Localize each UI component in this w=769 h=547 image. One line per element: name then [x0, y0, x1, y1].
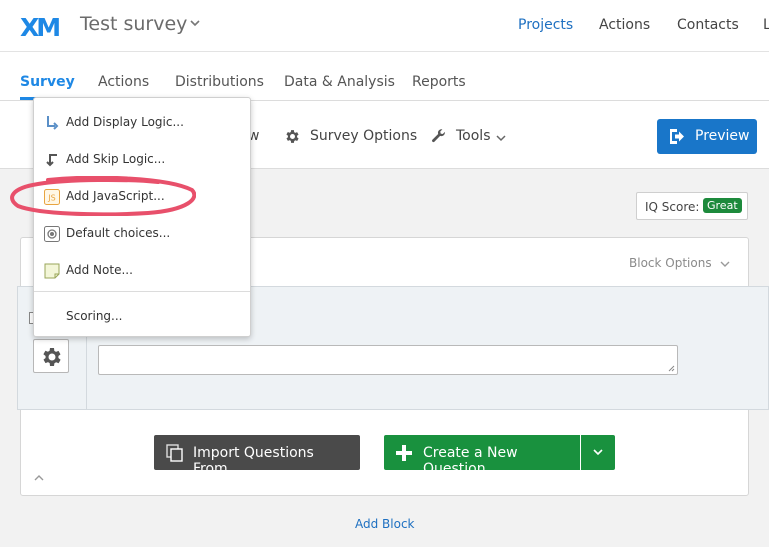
- menu-item-default-choices[interactable]: Default choices...: [34, 216, 250, 250]
- menu-item-label: Add Skip Logic...: [66, 152, 166, 166]
- menu-item-skip-logic[interactable]: Add Skip Logic...: [34, 142, 250, 176]
- tab-reports[interactable]: Reports: [412, 74, 466, 90]
- chevron-up-icon[interactable]: [34, 474, 44, 482]
- default-choices-icon: [44, 226, 60, 242]
- resize-handle-icon[interactable]: [668, 365, 675, 372]
- tab-data-analysis[interactable]: Data & Analysis: [284, 74, 395, 90]
- tools-menu-button[interactable]: Tools: [456, 128, 491, 144]
- menu-item-add-note[interactable]: Add Note...: [34, 253, 250, 287]
- preview-label: Preview: [695, 128, 750, 144]
- gear-icon: [43, 348, 61, 366]
- tab-actions[interactable]: Actions: [98, 74, 149, 90]
- survey-subnav: Survey Actions Distributions Data & Anal…: [0, 52, 769, 101]
- nav-projects[interactable]: Projects: [518, 17, 573, 33]
- chevron-down-icon[interactable]: [720, 260, 730, 268]
- import-questions-label: Import Questions From...: [193, 445, 314, 477]
- note-icon: [44, 263, 60, 279]
- create-question-dropdown[interactable]: [581, 435, 615, 470]
- iq-score-badge[interactable]: IQ Score: Great: [636, 192, 748, 220]
- tab-survey[interactable]: Survey: [20, 74, 75, 90]
- skip-logic-icon: [46, 154, 57, 167]
- menu-item-scoring[interactable]: Scoring...: [34, 299, 250, 333]
- wrench-icon: [431, 129, 445, 143]
- create-question-label: Create a New Question: [423, 445, 518, 477]
- create-question-button[interactable]: Create a New Question: [384, 435, 580, 477]
- javascript-icon-text: JS: [47, 194, 55, 203]
- plus-icon: [396, 445, 412, 461]
- question-text-entry[interactable]: [98, 345, 678, 375]
- survey-title[interactable]: Test survey: [80, 13, 187, 35]
- chevron-down-icon[interactable]: [189, 17, 201, 29]
- question-behavior-menu: Add Display Logic... Add Skip Logic... J…: [33, 97, 251, 337]
- copy-icon: [166, 444, 183, 462]
- nav-actions[interactable]: Actions: [599, 17, 650, 33]
- import-questions-button[interactable]: Import Questions From...: [154, 435, 360, 477]
- preview-button[interactable]: Preview: [657, 119, 757, 154]
- chevron-down-icon[interactable]: [496, 134, 506, 142]
- add-block-link[interactable]: Add Block: [355, 517, 415, 531]
- menu-item-label: Scoring...: [66, 309, 123, 323]
- nav-contacts[interactable]: Contacts: [677, 17, 739, 33]
- chevron-down-icon: [593, 449, 603, 456]
- gear-icon: [286, 130, 299, 143]
- menu-item-label: Add Display Logic...: [66, 115, 184, 129]
- javascript-icon: JS: [44, 189, 60, 205]
- iq-score-value: Great: [703, 198, 742, 213]
- preview-icon: [670, 129, 684, 144]
- xm-logo[interactable]: XM: [20, 13, 61, 42]
- iq-score-label: IQ Score:: [645, 200, 700, 214]
- tab-distributions[interactable]: Distributions: [175, 74, 264, 90]
- nav-library[interactable]: L: [763, 17, 769, 33]
- survey-options-button[interactable]: Survey Options: [310, 128, 417, 144]
- menu-item-label: Default choices...: [66, 226, 171, 240]
- question-settings-button[interactable]: [33, 339, 69, 373]
- menu-item-label: Add Note...: [66, 263, 133, 277]
- block-options-button[interactable]: Block Options: [629, 256, 712, 270]
- menu-item-label: Add JavaScript...: [66, 189, 165, 203]
- menu-divider: [34, 291, 250, 292]
- top-header: XM Test survey Projects Actions Contacts…: [0, 0, 769, 52]
- menu-item-display-logic[interactable]: Add Display Logic...: [34, 105, 250, 139]
- menu-item-javascript[interactable]: JS Add JavaScript...: [34, 179, 250, 213]
- display-logic-icon: [47, 116, 59, 130]
